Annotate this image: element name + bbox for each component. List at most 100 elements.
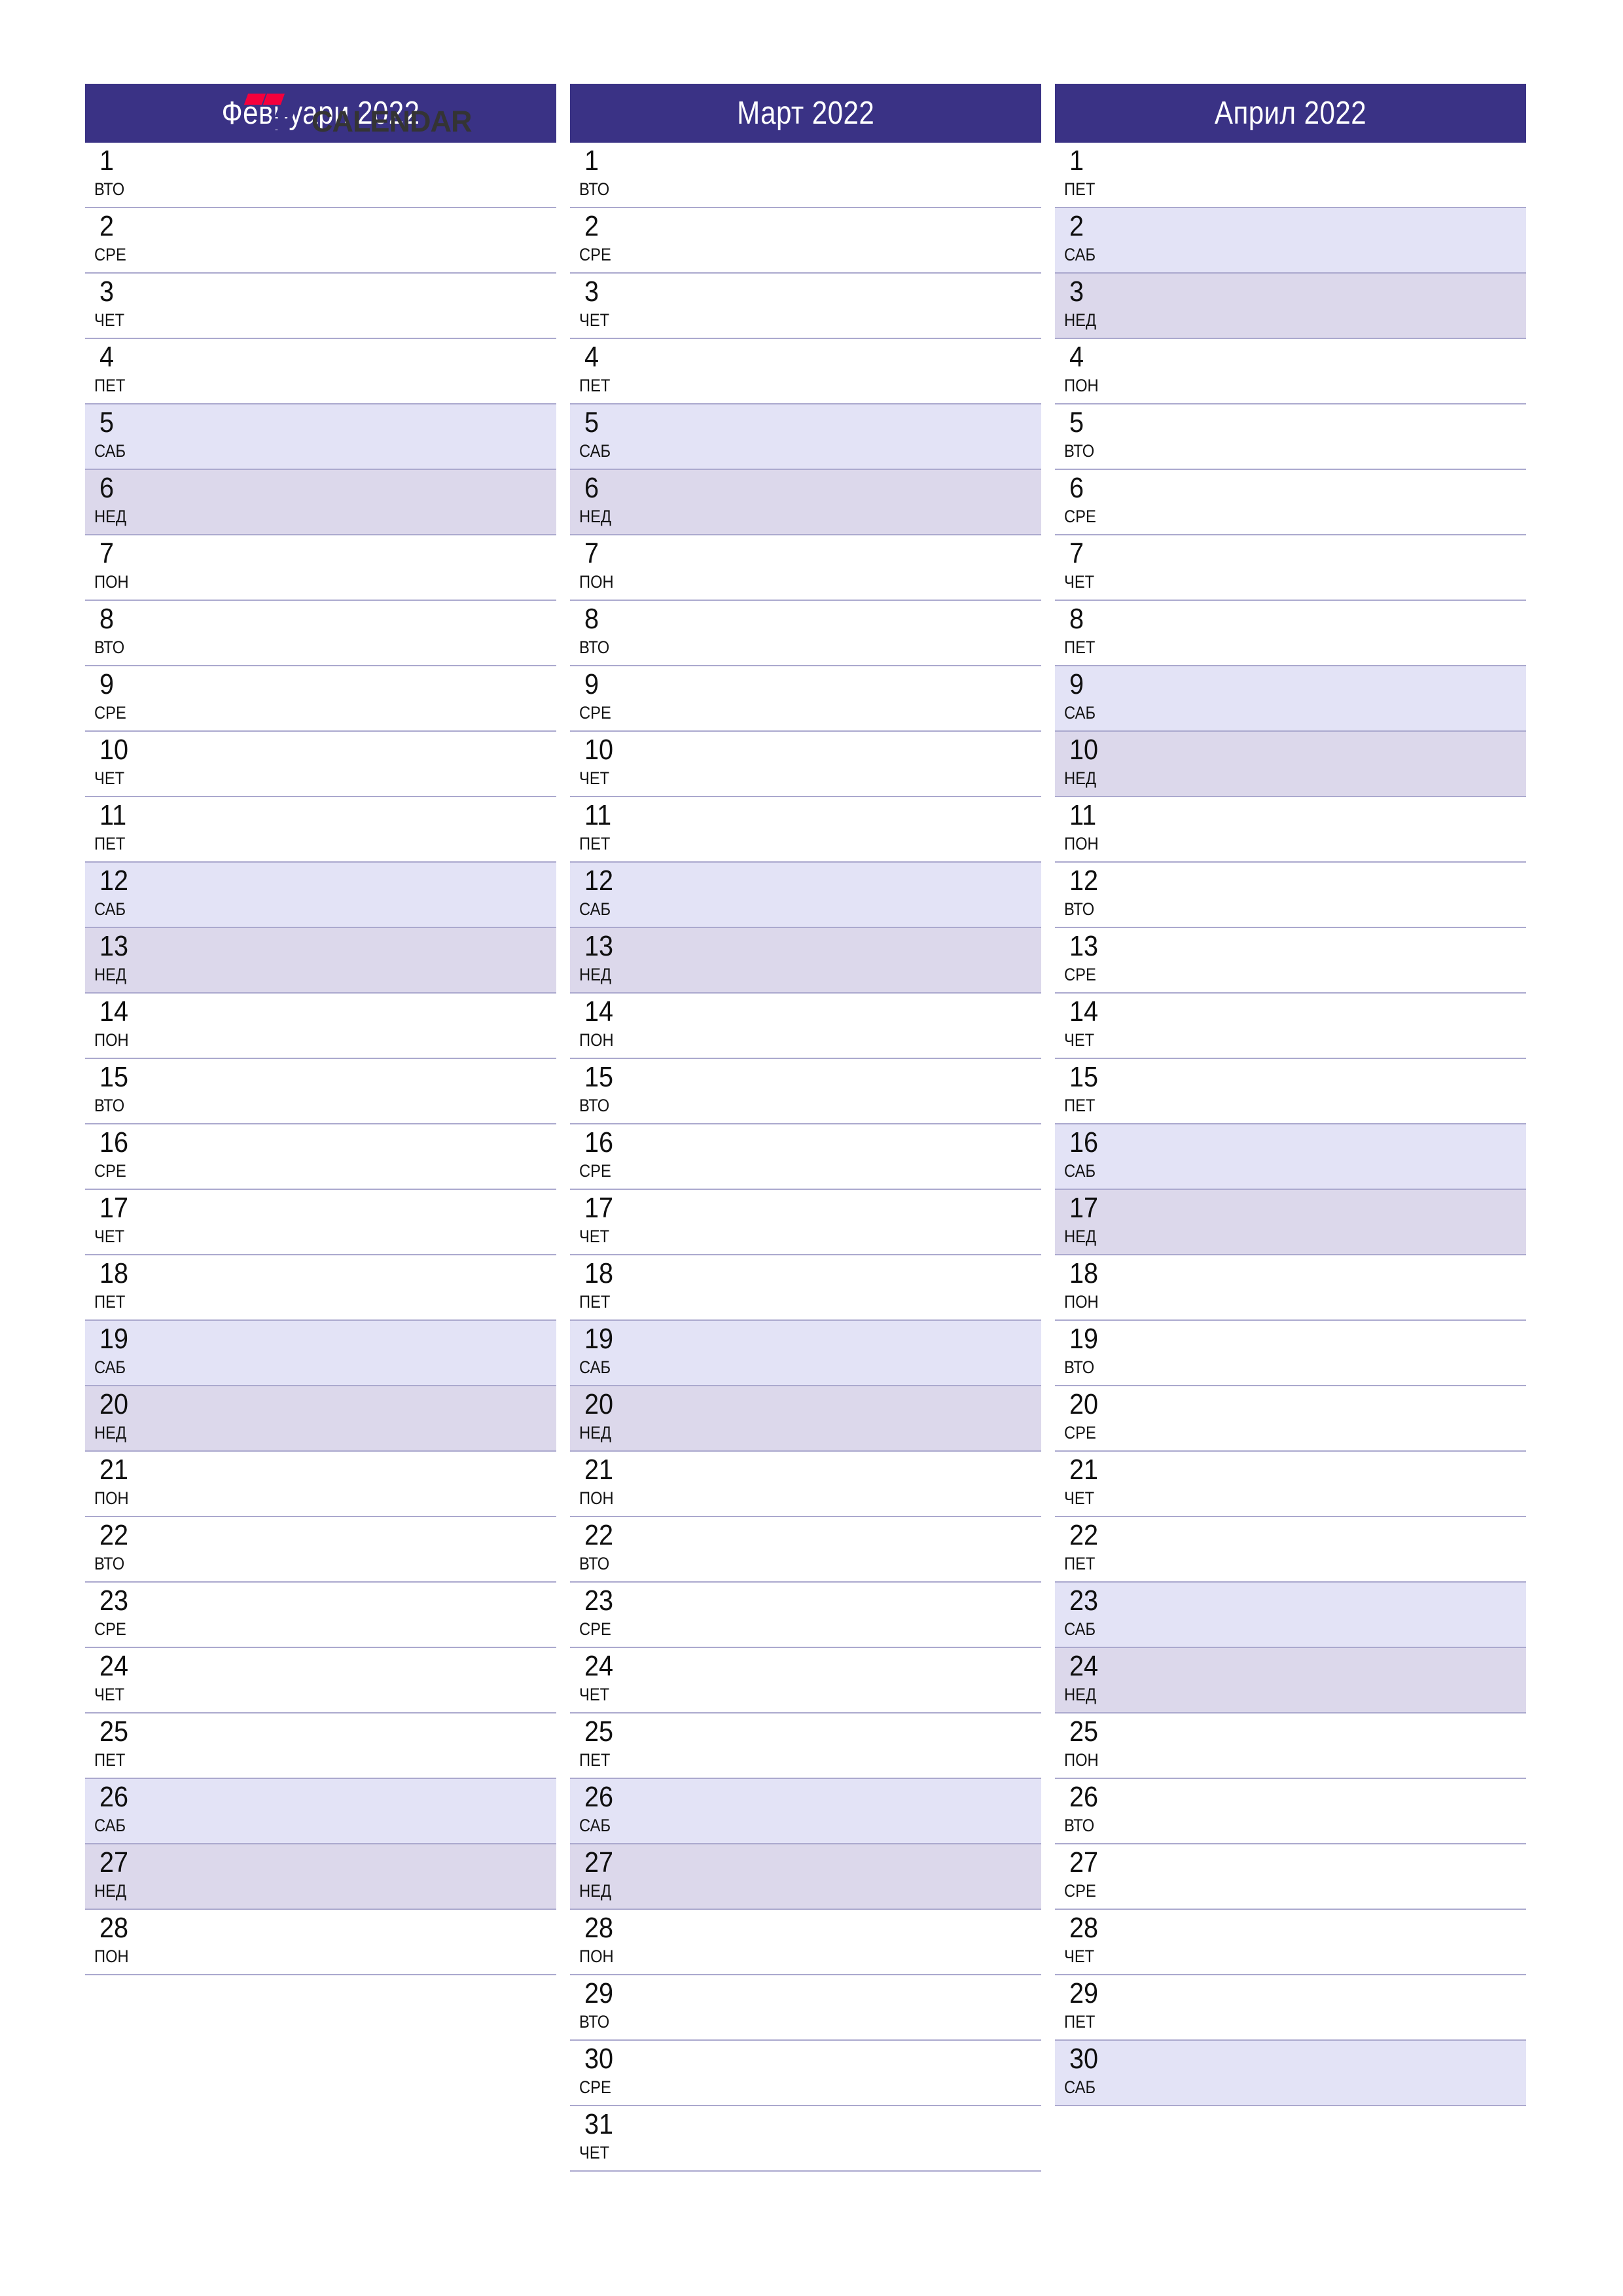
day-row[interactable]: 4 ПОН bbox=[1055, 339, 1526, 404]
day-row[interactable]: 15 ВТО bbox=[85, 1059, 556, 1124]
day-row[interactable]: 26 ВТО bbox=[1055, 1779, 1526, 1844]
day-row[interactable]: 3 ЧЕТ bbox=[570, 274, 1041, 339]
day-row[interactable]: 4 ПЕТ bbox=[85, 339, 556, 404]
day-row[interactable]: 17 НЕД bbox=[1055, 1190, 1526, 1255]
day-row[interactable]: 27 СРЕ bbox=[1055, 1844, 1526, 1910]
day-row[interactable]: 16 СРЕ bbox=[85, 1124, 556, 1190]
day-row[interactable]: 11 ПЕТ bbox=[570, 797, 1041, 863]
day-row[interactable]: 24 НЕД bbox=[1055, 1648, 1526, 1713]
day-row[interactable]: 7 ПОН bbox=[570, 535, 1041, 601]
day-row[interactable]: 26 САБ bbox=[85, 1779, 556, 1844]
day-row[interactable]: 23 САБ bbox=[1055, 1583, 1526, 1648]
day-row[interactable]: 2 СРЕ bbox=[570, 208, 1041, 274]
day-row[interactable]: 25 ПЕТ bbox=[85, 1713, 556, 1779]
day-row[interactable]: 18 ПОН bbox=[1055, 1255, 1526, 1321]
day-row[interactable]: 10 НЕД bbox=[1055, 732, 1526, 797]
day-row[interactable]: 23 СРЕ bbox=[570, 1583, 1041, 1648]
weekday-abbrev: ПЕТ bbox=[1064, 1552, 1099, 1575]
day-row[interactable]: 22 ВТО bbox=[570, 1517, 1041, 1583]
day-row[interactable]: 15 ВТО bbox=[570, 1059, 1041, 1124]
day-row[interactable]: 22 ПЕТ bbox=[1055, 1517, 1526, 1583]
day-number: 18 bbox=[99, 1257, 132, 1291]
day-row[interactable]: 28 ЧЕТ bbox=[1055, 1910, 1526, 1975]
day-row[interactable]: 13 НЕД bbox=[570, 928, 1041, 994]
day-row[interactable]: 22 ВТО bbox=[85, 1517, 556, 1583]
day-row[interactable]: 30 СРЕ bbox=[570, 2041, 1041, 2106]
day-row[interactable]: 19 САБ bbox=[85, 1321, 556, 1386]
day-row[interactable]: 14 ПОН bbox=[570, 994, 1041, 1059]
day-row[interactable]: 31 ЧЕТ bbox=[570, 2106, 1041, 2172]
day-row[interactable]: 2 СРЕ bbox=[85, 208, 556, 274]
day-row[interactable]: 29 ПЕТ bbox=[1055, 1975, 1526, 2041]
day-row[interactable]: 1 ПЕТ bbox=[1055, 143, 1526, 208]
day-row[interactable]: 6 НЕД bbox=[85, 470, 556, 535]
day-row[interactable]: 17 ЧЕТ bbox=[85, 1190, 556, 1255]
day-row[interactable]: 27 НЕД bbox=[570, 1844, 1041, 1910]
day-row[interactable]: 29 ВТО bbox=[570, 1975, 1041, 2041]
day-row[interactable]: 13 СРЕ bbox=[1055, 928, 1526, 994]
day-row[interactable]: 24 ЧЕТ bbox=[85, 1648, 556, 1713]
day-row[interactable]: 14 ПОН bbox=[85, 994, 556, 1059]
month-column-february: Февруари 2022 1 ВТО 2 СРЕ 3 ЧЕТ 4 ПЕТ 5 САБ 6 НЕД 7 П… bbox=[85, 84, 556, 1975]
day-row[interactable]: 20 НЕД bbox=[570, 1386, 1041, 1452]
day-row[interactable]: 20 СРЕ bbox=[1055, 1386, 1526, 1452]
day-number-text: 26 bbox=[584, 1781, 614, 1813]
day-row[interactable]: 21 ЧЕТ bbox=[1055, 1452, 1526, 1517]
day-row[interactable]: 8 ВТО bbox=[570, 601, 1041, 666]
day-row[interactable]: 26 САБ bbox=[570, 1779, 1041, 1844]
day-row[interactable]: 9 САБ bbox=[1055, 666, 1526, 732]
day-row[interactable]: 5 САБ bbox=[570, 404, 1041, 470]
day-row[interactable]: 1 ВТО bbox=[570, 143, 1041, 208]
day-row[interactable]: 21 ПОН bbox=[570, 1452, 1041, 1517]
day-number-text: 5 bbox=[99, 406, 115, 439]
day-row[interactable]: 6 НЕД bbox=[570, 470, 1041, 535]
day-row[interactable]: 7 ПОН bbox=[85, 535, 556, 601]
day-row[interactable]: 14 ЧЕТ bbox=[1055, 994, 1526, 1059]
day-row[interactable]: 2 САБ bbox=[1055, 208, 1526, 274]
day-row[interactable]: 30 САБ bbox=[1055, 2041, 1526, 2106]
day-row[interactable]: 19 САБ bbox=[570, 1321, 1041, 1386]
day-row[interactable]: 12 САБ bbox=[570, 863, 1041, 928]
weekday-abbrev-text: СРЕ bbox=[1064, 1881, 1096, 1901]
day-row[interactable]: 5 САБ bbox=[85, 404, 556, 470]
day-row[interactable]: 23 СРЕ bbox=[85, 1583, 556, 1648]
day-number: 30 bbox=[584, 2042, 616, 2076]
day-row[interactable]: 18 ПЕТ bbox=[570, 1255, 1041, 1321]
weekday-abbrev: САБ bbox=[1064, 2076, 1100, 2098]
day-row[interactable]: 16 СРЕ bbox=[570, 1124, 1041, 1190]
day-number: 2 bbox=[99, 209, 115, 243]
day-row[interactable]: 11 ПОН bbox=[1055, 797, 1526, 863]
day-row[interactable]: 7 ЧЕТ bbox=[1055, 535, 1526, 601]
day-row[interactable]: 28 ПОН bbox=[570, 1910, 1041, 1975]
day-row[interactable]: 25 ПОН bbox=[1055, 1713, 1526, 1779]
day-row[interactable]: 12 ВТО bbox=[1055, 863, 1526, 928]
day-row[interactable]: 8 ПЕТ bbox=[1055, 601, 1526, 666]
day-row[interactable]: 28 ПОН bbox=[85, 1910, 556, 1975]
day-row[interactable]: 24 ЧЕТ bbox=[570, 1648, 1041, 1713]
day-row[interactable]: 27 НЕД bbox=[85, 1844, 556, 1910]
day-row[interactable]: 10 ЧЕТ bbox=[570, 732, 1041, 797]
weekday-abbrev: ПОН bbox=[1064, 1749, 1103, 1771]
day-row[interactable]: 6 СРЕ bbox=[1055, 470, 1526, 535]
day-row[interactable]: 12 САБ bbox=[85, 863, 556, 928]
day-row[interactable]: 25 ПЕТ bbox=[570, 1713, 1041, 1779]
day-row[interactable]: 21 ПОН bbox=[85, 1452, 556, 1517]
day-row[interactable]: 15 ПЕТ bbox=[1055, 1059, 1526, 1124]
day-row[interactable]: 4 ПЕТ bbox=[570, 339, 1041, 404]
day-row[interactable]: 5 ВТО bbox=[1055, 404, 1526, 470]
day-row[interactable]: 11 ПЕТ bbox=[85, 797, 556, 863]
day-row[interactable]: 9 СРЕ bbox=[85, 666, 556, 732]
day-row[interactable]: 3 ЧЕТ bbox=[85, 274, 556, 339]
day-row[interactable]: 19 ВТО bbox=[1055, 1321, 1526, 1386]
day-row[interactable]: 3 НЕД bbox=[1055, 274, 1526, 339]
day-row[interactable]: 13 НЕД bbox=[85, 928, 556, 994]
weekday-abbrev: ПОН bbox=[94, 1487, 134, 1509]
day-row[interactable]: 16 САБ bbox=[1055, 1124, 1526, 1190]
day-row[interactable]: 18 ПЕТ bbox=[85, 1255, 556, 1321]
day-row[interactable]: 20 НЕД bbox=[85, 1386, 556, 1452]
day-number: 25 bbox=[584, 1715, 616, 1749]
day-row[interactable]: 9 СРЕ bbox=[570, 666, 1041, 732]
day-row[interactable]: 17 ЧЕТ bbox=[570, 1190, 1041, 1255]
day-row[interactable]: 10 ЧЕТ bbox=[85, 732, 556, 797]
day-row[interactable]: 8 ВТО bbox=[85, 601, 556, 666]
